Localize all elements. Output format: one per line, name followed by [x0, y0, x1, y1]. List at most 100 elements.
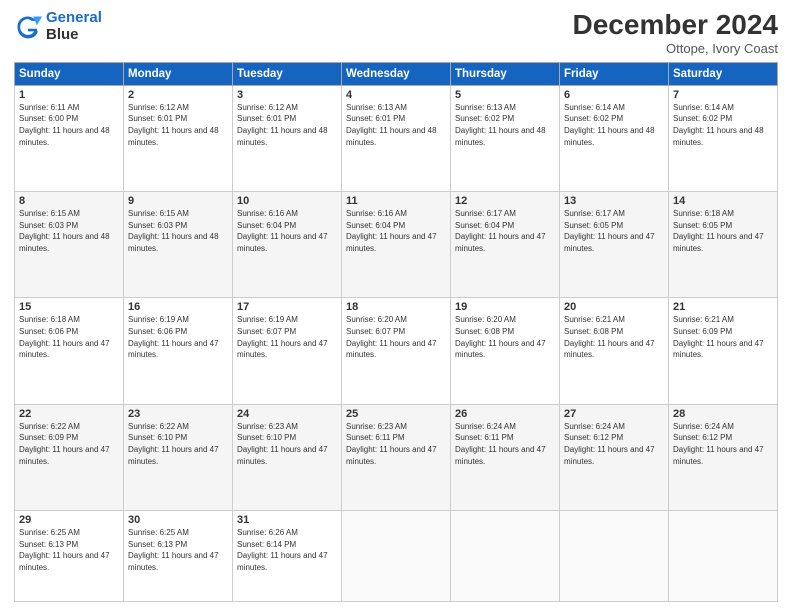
day-number: 28 [673, 408, 773, 420]
calendar-cell: 11Sunrise: 6:16 AMSunset: 6:04 PMDayligh… [342, 192, 451, 298]
day-info: Sunrise: 6:15 AMSunset: 6:03 PMDaylight:… [128, 208, 228, 254]
calendar-cell: 31Sunrise: 6:26 AMSunset: 6:14 PMDayligh… [233, 511, 342, 602]
day-number: 22 [19, 408, 119, 420]
day-number: 18 [346, 301, 446, 313]
day-number: 26 [455, 408, 555, 420]
logo-line1: General [46, 9, 102, 26]
day-number: 4 [346, 89, 446, 101]
day-info: Sunrise: 6:22 AMSunset: 6:10 PMDaylight:… [128, 421, 228, 467]
col-header-friday: Friday [560, 62, 669, 85]
calendar-cell: 10Sunrise: 6:16 AMSunset: 6:04 PMDayligh… [233, 192, 342, 298]
day-number: 23 [128, 408, 228, 420]
calendar-cell: 30Sunrise: 6:25 AMSunset: 6:13 PMDayligh… [124, 511, 233, 602]
header: General Blue December 2024 Ottope, Ivory… [14, 10, 778, 56]
month-title: December 2024 [573, 10, 778, 41]
calendar-cell: 1Sunrise: 6:11 AMSunset: 6:00 PMDaylight… [15, 85, 124, 191]
col-header-wednesday: Wednesday [342, 62, 451, 85]
calendar-cell: 8Sunrise: 6:15 AMSunset: 6:03 PMDaylight… [15, 192, 124, 298]
calendar-cell: 14Sunrise: 6:18 AMSunset: 6:05 PMDayligh… [669, 192, 778, 298]
day-number: 1 [19, 89, 119, 101]
calendar-cell: 6Sunrise: 6:14 AMSunset: 6:02 PMDaylight… [560, 85, 669, 191]
day-info: Sunrise: 6:24 AMSunset: 6:12 PMDaylight:… [673, 421, 773, 467]
day-number: 10 [237, 195, 337, 207]
calendar-cell: 2Sunrise: 6:12 AMSunset: 6:01 PMDaylight… [124, 85, 233, 191]
day-info: Sunrise: 6:25 AMSunset: 6:13 PMDaylight:… [128, 527, 228, 573]
day-info: Sunrise: 6:16 AMSunset: 6:04 PMDaylight:… [346, 208, 446, 254]
calendar-cell: 13Sunrise: 6:17 AMSunset: 6:05 PMDayligh… [560, 192, 669, 298]
day-number: 25 [346, 408, 446, 420]
day-info: Sunrise: 6:11 AMSunset: 6:00 PMDaylight:… [19, 102, 119, 148]
day-number: 19 [455, 301, 555, 313]
calendar-cell [669, 511, 778, 602]
page: General Blue December 2024 Ottope, Ivory… [0, 0, 792, 612]
day-info: Sunrise: 6:26 AMSunset: 6:14 PMDaylight:… [237, 527, 337, 573]
day-number: 16 [128, 301, 228, 313]
calendar-cell: 15Sunrise: 6:18 AMSunset: 6:06 PMDayligh… [15, 298, 124, 404]
calendar-cell: 12Sunrise: 6:17 AMSunset: 6:04 PMDayligh… [451, 192, 560, 298]
calendar-cell: 4Sunrise: 6:13 AMSunset: 6:01 PMDaylight… [342, 85, 451, 191]
day-info: Sunrise: 6:13 AMSunset: 6:02 PMDaylight:… [455, 102, 555, 148]
day-number: 21 [673, 301, 773, 313]
calendar-cell: 24Sunrise: 6:23 AMSunset: 6:10 PMDayligh… [233, 404, 342, 510]
day-number: 13 [564, 195, 664, 207]
day-number: 29 [19, 514, 119, 526]
title-block: December 2024 Ottope, Ivory Coast [573, 10, 778, 56]
col-header-saturday: Saturday [669, 62, 778, 85]
day-info: Sunrise: 6:25 AMSunset: 6:13 PMDaylight:… [19, 527, 119, 573]
day-number: 31 [237, 514, 337, 526]
day-number: 14 [673, 195, 773, 207]
day-info: Sunrise: 6:15 AMSunset: 6:03 PMDaylight:… [19, 208, 119, 254]
calendar-cell: 21Sunrise: 6:21 AMSunset: 6:09 PMDayligh… [669, 298, 778, 404]
day-number: 30 [128, 514, 228, 526]
day-number: 6 [564, 89, 664, 101]
calendar-cell: 27Sunrise: 6:24 AMSunset: 6:12 PMDayligh… [560, 404, 669, 510]
logo-line2: Blue [46, 27, 102, 44]
day-number: 9 [128, 195, 228, 207]
logo: General Blue [14, 10, 102, 43]
location-subtitle: Ottope, Ivory Coast [573, 41, 778, 56]
day-info: Sunrise: 6:14 AMSunset: 6:02 PMDaylight:… [564, 102, 664, 148]
col-header-monday: Monday [124, 62, 233, 85]
day-number: 3 [237, 89, 337, 101]
calendar-cell [560, 511, 669, 602]
day-number: 24 [237, 408, 337, 420]
day-info: Sunrise: 6:21 AMSunset: 6:08 PMDaylight:… [564, 314, 664, 360]
day-info: Sunrise: 6:22 AMSunset: 6:09 PMDaylight:… [19, 421, 119, 467]
calendar-cell: 19Sunrise: 6:20 AMSunset: 6:08 PMDayligh… [451, 298, 560, 404]
calendar-cell [451, 511, 560, 602]
calendar-cell: 17Sunrise: 6:19 AMSunset: 6:07 PMDayligh… [233, 298, 342, 404]
day-number: 2 [128, 89, 228, 101]
day-info: Sunrise: 6:12 AMSunset: 6:01 PMDaylight:… [237, 102, 337, 148]
col-header-tuesday: Tuesday [233, 62, 342, 85]
day-info: Sunrise: 6:20 AMSunset: 6:07 PMDaylight:… [346, 314, 446, 360]
day-number: 27 [564, 408, 664, 420]
day-info: Sunrise: 6:23 AMSunset: 6:11 PMDaylight:… [346, 421, 446, 467]
day-info: Sunrise: 6:19 AMSunset: 6:07 PMDaylight:… [237, 314, 337, 360]
calendar-cell [342, 511, 451, 602]
day-info: Sunrise: 6:20 AMSunset: 6:08 PMDaylight:… [455, 314, 555, 360]
calendar-table: SundayMondayTuesdayWednesdayThursdayFrid… [14, 62, 778, 602]
calendar-cell: 23Sunrise: 6:22 AMSunset: 6:10 PMDayligh… [124, 404, 233, 510]
calendar-cell: 20Sunrise: 6:21 AMSunset: 6:08 PMDayligh… [560, 298, 669, 404]
day-info: Sunrise: 6:17 AMSunset: 6:04 PMDaylight:… [455, 208, 555, 254]
day-info: Sunrise: 6:24 AMSunset: 6:12 PMDaylight:… [564, 421, 664, 467]
calendar-cell: 28Sunrise: 6:24 AMSunset: 6:12 PMDayligh… [669, 404, 778, 510]
day-info: Sunrise: 6:12 AMSunset: 6:01 PMDaylight:… [128, 102, 228, 148]
logo-text: General Blue [46, 10, 102, 43]
day-number: 12 [455, 195, 555, 207]
calendar-cell: 16Sunrise: 6:19 AMSunset: 6:06 PMDayligh… [124, 298, 233, 404]
calendar-cell: 26Sunrise: 6:24 AMSunset: 6:11 PMDayligh… [451, 404, 560, 510]
day-info: Sunrise: 6:18 AMSunset: 6:06 PMDaylight:… [19, 314, 119, 360]
calendar-cell: 7Sunrise: 6:14 AMSunset: 6:02 PMDaylight… [669, 85, 778, 191]
day-info: Sunrise: 6:19 AMSunset: 6:06 PMDaylight:… [128, 314, 228, 360]
day-info: Sunrise: 6:21 AMSunset: 6:09 PMDaylight:… [673, 314, 773, 360]
calendar-cell: 3Sunrise: 6:12 AMSunset: 6:01 PMDaylight… [233, 85, 342, 191]
calendar-cell: 5Sunrise: 6:13 AMSunset: 6:02 PMDaylight… [451, 85, 560, 191]
calendar-cell: 29Sunrise: 6:25 AMSunset: 6:13 PMDayligh… [15, 511, 124, 602]
day-number: 20 [564, 301, 664, 313]
day-number: 17 [237, 301, 337, 313]
calendar-cell: 25Sunrise: 6:23 AMSunset: 6:11 PMDayligh… [342, 404, 451, 510]
calendar-cell: 9Sunrise: 6:15 AMSunset: 6:03 PMDaylight… [124, 192, 233, 298]
day-info: Sunrise: 6:13 AMSunset: 6:01 PMDaylight:… [346, 102, 446, 148]
calendar-cell: 18Sunrise: 6:20 AMSunset: 6:07 PMDayligh… [342, 298, 451, 404]
